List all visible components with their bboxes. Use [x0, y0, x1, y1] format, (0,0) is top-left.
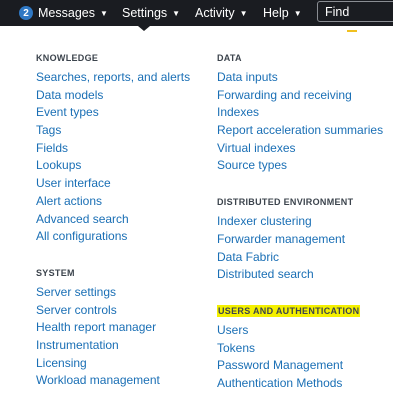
highlight-mark: USERS AND AUTHENTICATION: [217, 304, 361, 317]
messages-count-badge: 2: [19, 6, 33, 20]
menu-link-fields[interactable]: Fields: [36, 140, 190, 158]
menu-link-users[interactable]: Users: [217, 322, 383, 340]
section-title-system: SYSTEM: [36, 267, 75, 278]
caret-down-icon: ▼: [99, 8, 108, 18]
settings-menu-left-column: KNOWLEDGE Searches, reports, and alerts …: [36, 52, 190, 390]
section-title-distributed-environment: DISTRIBUTED ENVIRONMENT: [217, 197, 354, 208]
caret-down-icon: ▼: [239, 8, 248, 18]
menu-link-virtual-indexes[interactable]: Virtual indexes: [217, 140, 383, 158]
menu-link-data-fabric[interactable]: Data Fabric: [217, 249, 383, 267]
menu-link-event-types[interactable]: Event types: [36, 104, 190, 122]
menu-link-distributed-search[interactable]: Distributed search: [217, 266, 383, 284]
menu-link-tokens[interactable]: Tokens: [217, 340, 383, 358]
dropdown-pointer: [138, 26, 150, 31]
accent-mark: [347, 30, 357, 32]
menu-link-source-types[interactable]: Source types: [217, 157, 383, 175]
menu-link-server-settings[interactable]: Server settings: [36, 284, 190, 302]
menu-link-advanced-search[interactable]: Advanced search: [36, 211, 190, 229]
top-nav-bar: 2 Messages ▼ Settings ▼ Activity ▼ Help …: [0, 0, 393, 26]
messages-label: Messages: [38, 6, 95, 20]
section-title-data: DATA: [217, 53, 242, 63]
activity-label: Activity: [195, 6, 235, 20]
menu-link-alert-actions[interactable]: Alert actions: [36, 193, 190, 211]
menu-link-user-interface[interactable]: User interface: [36, 175, 190, 193]
section-title-knowledge: KNOWLEDGE: [36, 53, 99, 63]
caret-down-icon: ▼: [293, 8, 302, 18]
menu-link-password-management[interactable]: Password Management: [217, 357, 383, 375]
menu-link-forwarding-receiving[interactable]: Forwarding and receiving: [217, 87, 383, 105]
settings-menu-right-column: DATA Data inputs Forwarding and receivin…: [217, 52, 383, 393]
menu-link-forwarder-management[interactable]: Forwarder management: [217, 231, 383, 249]
messages-menu[interactable]: 2 Messages ▼: [19, 0, 108, 26]
settings-label: Settings: [122, 6, 168, 20]
caret-down-icon: ▼: [172, 8, 181, 18]
find-box: [317, 1, 393, 22]
find-input[interactable]: [325, 4, 393, 19]
help-menu[interactable]: Help ▼: [263, 0, 302, 26]
menu-link-data-inputs[interactable]: Data inputs: [217, 69, 383, 87]
menu-link-health-report-manager[interactable]: Health report manager: [36, 319, 190, 337]
menu-link-report-acceleration[interactable]: Report acceleration summaries: [217, 122, 383, 140]
menu-link-server-controls[interactable]: Server controls: [36, 302, 190, 320]
settings-menu[interactable]: Settings ▼: [122, 0, 180, 26]
menu-link-workload-management[interactable]: Workload management: [36, 372, 190, 390]
menu-link-instrumentation[interactable]: Instrumentation: [36, 337, 190, 355]
menu-link-indexer-clustering[interactable]: Indexer clustering: [217, 213, 383, 231]
activity-menu[interactable]: Activity ▼: [195, 0, 248, 26]
menu-link-all-configurations[interactable]: All configurations: [36, 228, 190, 246]
menu-link-data-models[interactable]: Data models: [36, 87, 190, 105]
menu-link-indexes[interactable]: Indexes: [217, 104, 383, 122]
menu-link-licensing[interactable]: Licensing: [36, 355, 190, 373]
menu-link-authentication-methods[interactable]: Authentication Methods: [217, 375, 383, 393]
menu-link-searches-reports-alerts[interactable]: Searches, reports, and alerts: [36, 69, 190, 87]
section-title-users-authentication: USERS AND AUTHENTICATION: [217, 304, 383, 317]
menu-link-lookups[interactable]: Lookups: [36, 157, 190, 175]
help-label: Help: [263, 6, 289, 20]
menu-link-tags[interactable]: Tags: [36, 122, 190, 140]
